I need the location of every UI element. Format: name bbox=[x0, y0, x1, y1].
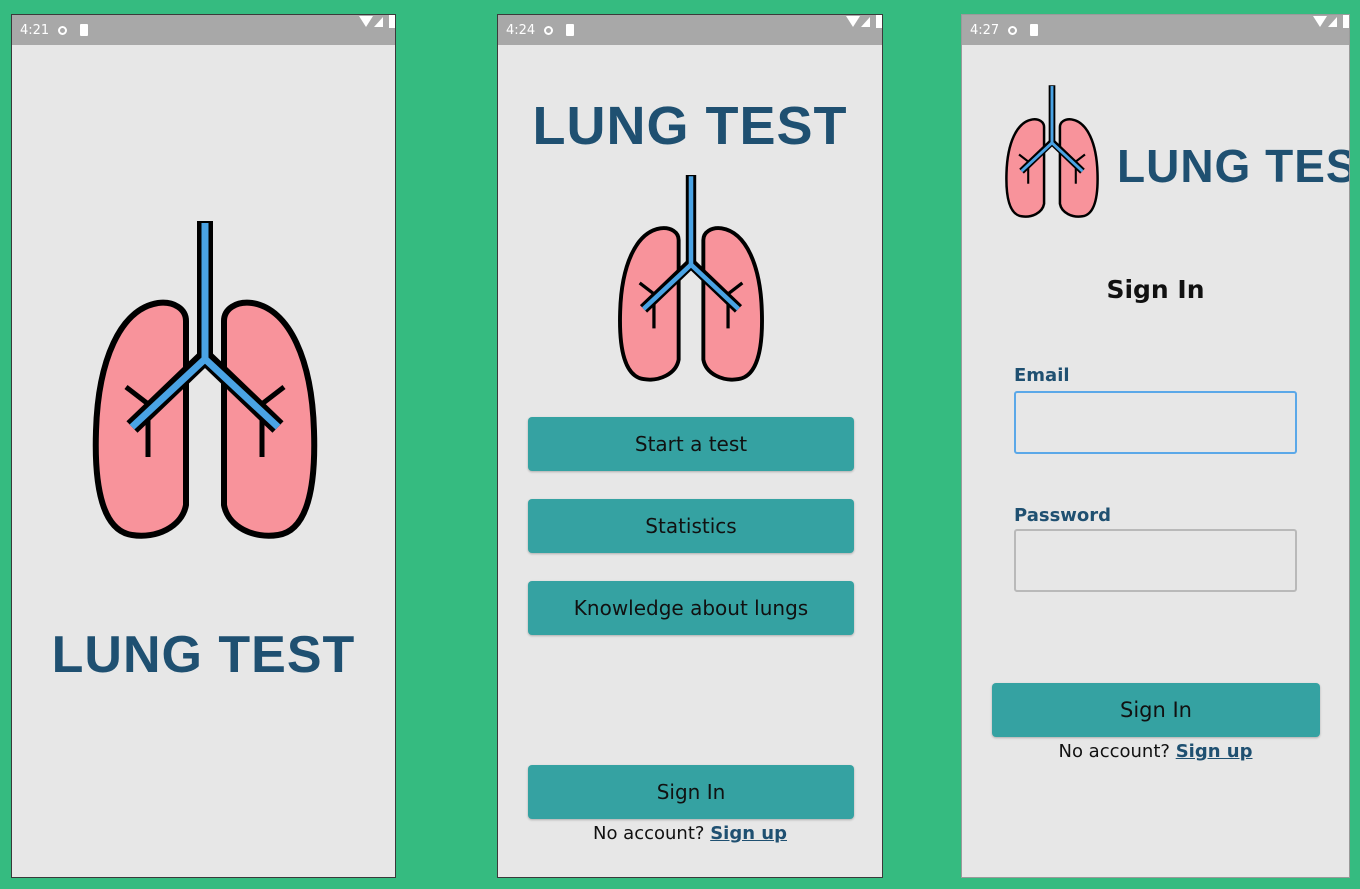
app-title: LUNG TEST bbox=[1117, 140, 1349, 192]
menu-screen: 4:24 LUNG TEST Start a test Statistics K… bbox=[497, 14, 883, 878]
sd-card-icon bbox=[1030, 24, 1038, 36]
status-bar: 4:27 bbox=[962, 15, 1349, 45]
splash-screen: 4:21 LUNG TEST bbox=[11, 14, 396, 878]
password-label: Password bbox=[1014, 505, 1112, 526]
sign-in-button[interactable]: Sign In bbox=[528, 765, 854, 819]
start-test-button[interactable]: Start a test bbox=[528, 417, 854, 471]
lungs-icon bbox=[90, 221, 320, 541]
status-bar: 4:24 bbox=[498, 15, 882, 45]
app-title: LUNG TEST bbox=[532, 96, 848, 156]
battery-icon bbox=[1343, 15, 1349, 28]
app-title: LUNG TEST bbox=[51, 626, 356, 684]
sd-card-icon bbox=[80, 24, 88, 36]
signup-prompt: No account? Sign up bbox=[962, 741, 1349, 762]
knowledge-button[interactable]: Knowledge about lungs bbox=[528, 581, 854, 635]
page-title: Sign In bbox=[1106, 275, 1205, 304]
signup-prompt: No account? Sign up bbox=[498, 823, 882, 844]
battery-icon bbox=[876, 15, 882, 28]
email-label: Email bbox=[1014, 365, 1070, 386]
lungs-icon bbox=[1004, 85, 1100, 219]
signal-icon bbox=[374, 17, 383, 27]
status-time: 4:27 bbox=[970, 23, 1000, 38]
no-account-text: No account? bbox=[592, 823, 705, 844]
battery-icon bbox=[389, 15, 395, 28]
statistics-button[interactable]: Statistics bbox=[528, 499, 854, 553]
sign-up-link[interactable]: Sign up bbox=[710, 823, 787, 844]
sign-up-link[interactable]: Sign up bbox=[1176, 741, 1253, 762]
email-field[interactable] bbox=[1014, 391, 1297, 454]
signin-screen: 4:27 LUNG TEST Sign In Email Password Si… bbox=[961, 14, 1350, 878]
password-field[interactable] bbox=[1014, 529, 1297, 592]
lungs-icon bbox=[616, 175, 766, 383]
wifi-icon bbox=[359, 16, 373, 27]
no-account-text: No account? bbox=[1058, 741, 1170, 762]
sd-card-icon bbox=[566, 24, 574, 36]
wifi-icon bbox=[1313, 16, 1327, 27]
status-bar: 4:21 bbox=[12, 15, 395, 45]
status-time: 4:24 bbox=[506, 23, 536, 38]
settings-icon bbox=[544, 26, 553, 35]
wifi-icon bbox=[846, 16, 860, 27]
sign-in-button[interactable]: Sign In bbox=[992, 683, 1320, 737]
settings-icon bbox=[58, 26, 67, 35]
settings-icon bbox=[1008, 26, 1017, 35]
signal-icon bbox=[1328, 17, 1337, 27]
signal-icon bbox=[861, 17, 870, 27]
status-time: 4:21 bbox=[20, 23, 50, 38]
